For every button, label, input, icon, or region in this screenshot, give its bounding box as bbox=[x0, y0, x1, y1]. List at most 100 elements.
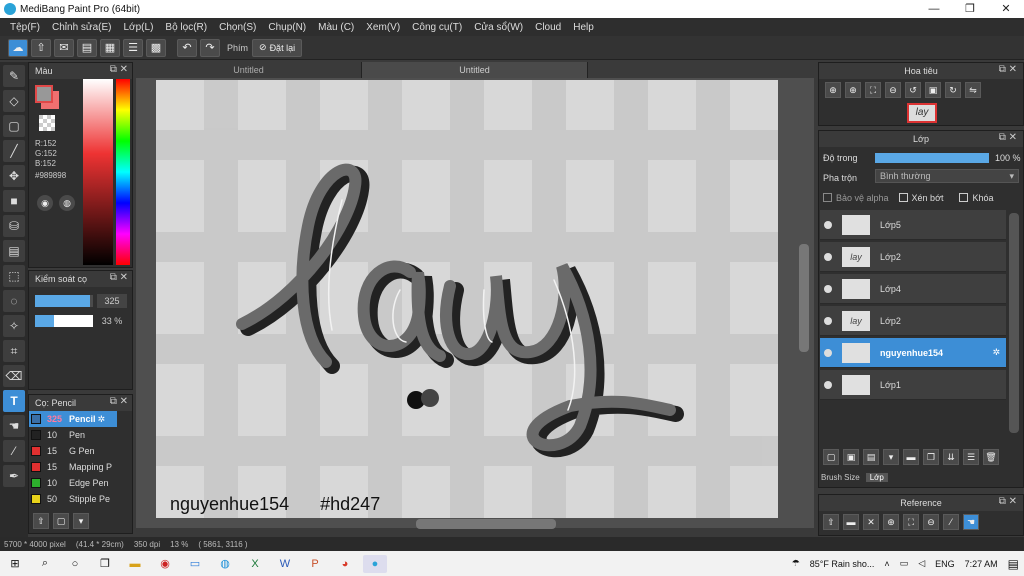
panel-close-icon[interactable]: ⧉ ✕ bbox=[110, 64, 128, 75]
magic-wand-icon[interactable]: ✧ bbox=[3, 315, 25, 337]
edge-browser-icon[interactable]: ◍ bbox=[213, 555, 237, 573]
volume-icon[interactable]: ◁ bbox=[918, 558, 925, 569]
menu-view[interactable]: Xem(V) bbox=[366, 22, 400, 33]
shape-tool-icon[interactable]: ▢ bbox=[3, 115, 25, 137]
brush-item[interactable]: 15 Mapping P bbox=[29, 459, 117, 475]
notification-icon[interactable]: ▤ bbox=[1008, 557, 1019, 571]
brush-opacity-slider[interactable] bbox=[35, 315, 93, 327]
new-brush-icon[interactable]: ▢ bbox=[53, 513, 69, 529]
windows-start-icon[interactable]: ⊞ bbox=[3, 555, 27, 573]
panel-close-icon[interactable]: ⧉ ✕ bbox=[999, 64, 1017, 75]
weather-text[interactable]: 85°F Rain sho... bbox=[810, 559, 875, 569]
menu-edit[interactable]: Chỉnh sửa(E) bbox=[52, 22, 112, 33]
menu-help[interactable]: Help bbox=[573, 22, 594, 33]
grid-icon[interactable]: ▩ bbox=[146, 38, 166, 57]
eraser-tool-icon[interactable]: ◇ bbox=[3, 90, 25, 112]
visibility-eye-icon[interactable] bbox=[824, 284, 832, 293]
cloud-icon[interactable]: ☁ bbox=[8, 38, 28, 57]
pen-tool-icon[interactable]: ✒ bbox=[3, 465, 25, 487]
monitor-icon[interactable]: ▭ bbox=[183, 555, 207, 573]
tab-untitled-1[interactable]: Untitled bbox=[136, 62, 362, 78]
visibility-eye-icon[interactable] bbox=[824, 316, 832, 325]
protect-alpha-checkbox[interactable] bbox=[823, 193, 832, 202]
layer-row[interactable]: nguyenhue154 ✲ bbox=[820, 338, 1006, 368]
drawing-canvas[interactable]: nguyenhue154 #hd247 bbox=[156, 80, 778, 518]
network-icon[interactable]: ▭ bbox=[900, 558, 909, 569]
upload-icon[interactable]: ⇧ bbox=[31, 38, 51, 57]
zoom-in-icon[interactable]: ⊕ bbox=[845, 82, 861, 98]
brush-item[interactable]: 325 Pencil ✲ bbox=[29, 411, 117, 427]
horizontal-scrollbar[interactable] bbox=[416, 519, 556, 529]
panel-close-icon[interactable]: ⧉ ✕ bbox=[999, 496, 1017, 507]
new-8bit-layer-icon[interactable]: ▤ bbox=[863, 449, 879, 465]
brush-item[interactable]: 10 Pen bbox=[29, 427, 117, 443]
minimize-button[interactable]: — bbox=[916, 0, 952, 18]
layer-row[interactable]: lay Lớp2 bbox=[820, 242, 1006, 272]
rotate-left-icon[interactable]: ↺ bbox=[905, 82, 921, 98]
menu-color[interactable]: Màu (C) bbox=[318, 22, 354, 33]
fill-rect-tool-icon[interactable]: ■ bbox=[3, 190, 25, 212]
actual-size-icon[interactable]: ▣ bbox=[925, 82, 941, 98]
vertical-scrollbar[interactable] bbox=[799, 244, 809, 352]
hue-slider[interactable] bbox=[116, 79, 130, 265]
rotate-right-icon[interactable]: ↻ bbox=[945, 82, 961, 98]
menu-file[interactable]: Tệp(F) bbox=[10, 22, 40, 33]
reference-zoom-out-icon[interactable]: ⊖ bbox=[923, 514, 939, 530]
weather-icon[interactable]: ☂ bbox=[792, 558, 800, 569]
visibility-eye-icon[interactable] bbox=[824, 380, 832, 389]
layer-row[interactable]: Lớp4 bbox=[820, 274, 1006, 304]
brush-size-slider[interactable] bbox=[35, 295, 93, 307]
merge-layer-icon[interactable]: ⇊ bbox=[943, 449, 959, 465]
file-explorer-icon[interactable]: ▬ bbox=[123, 555, 147, 573]
panel-close-icon[interactable]: ⧉ ✕ bbox=[110, 272, 128, 283]
folder-icon[interactable]: ▬ bbox=[903, 449, 919, 465]
redo-icon[interactable]: ↷ bbox=[200, 38, 220, 57]
reference-zoom-in-icon[interactable]: ⊕ bbox=[883, 514, 899, 530]
brush-size-value[interactable]: 325 bbox=[97, 294, 127, 308]
brush-menu-icon[interactable]: ▾ bbox=[73, 513, 89, 529]
palette-add-icon[interactable]: ◍ bbox=[59, 195, 75, 211]
layer-row[interactable]: lay Lớp2 bbox=[820, 306, 1006, 336]
panel-icon[interactable]: ▦ bbox=[100, 38, 120, 57]
delete-layer-icon[interactable]: 🗑 bbox=[983, 449, 999, 465]
panel-close-icon[interactable]: ⧉ ✕ bbox=[110, 396, 128, 407]
saturation-value-picker[interactable] bbox=[83, 79, 113, 265]
dropper-tool-icon[interactable]: ⁄ bbox=[3, 440, 25, 462]
close-button[interactable]: ✕ bbox=[988, 0, 1024, 18]
brush-item[interactable]: 50 Stipple Pe bbox=[29, 491, 117, 507]
flip-icon[interactable]: ⇋ bbox=[965, 82, 981, 98]
brush-opacity-value[interactable]: 33 % bbox=[97, 314, 127, 328]
layer-settings-icon[interactable]: ☰ bbox=[963, 449, 979, 465]
reference-hand-icon[interactable]: ☚ bbox=[963, 514, 979, 530]
clipping-checkbox[interactable] bbox=[898, 193, 908, 202]
panel-close-icon[interactable]: ⧉ ✕ bbox=[999, 132, 1017, 143]
new-halftone-layer-icon[interactable]: ▣ bbox=[843, 449, 859, 465]
tab-untitled-2[interactable]: Untitled bbox=[362, 62, 588, 78]
reset-button[interactable]: ⊘ Đặt lại bbox=[252, 38, 303, 57]
medibang-icon[interactable]: ● bbox=[363, 554, 387, 573]
powerpoint-icon[interactable]: P bbox=[303, 555, 327, 573]
menu-select[interactable]: Chọn(S) bbox=[219, 22, 256, 33]
menu-tools[interactable]: Công cụ(T) bbox=[412, 22, 462, 33]
gradient-tool-icon[interactable]: ▤ bbox=[3, 240, 25, 262]
move-tool-icon[interactable]: ✥ bbox=[3, 165, 25, 187]
chat-icon[interactable]: ▤ bbox=[77, 38, 97, 57]
app-red-icon[interactable]: ◉ bbox=[153, 555, 177, 573]
excel-icon[interactable]: X bbox=[243, 555, 267, 573]
gear-icon[interactable]: ✲ bbox=[98, 414, 106, 425]
foreground-color-swatch[interactable] bbox=[35, 85, 53, 103]
brush-item[interactable]: 10 Edge Pen bbox=[29, 475, 117, 491]
text-tool-icon[interactable]: T bbox=[3, 390, 25, 412]
new-layer-icon[interactable]: ▢ bbox=[823, 449, 839, 465]
tray-chevron-icon[interactable]: ˄ bbox=[884, 559, 889, 569]
menu-window[interactable]: Cửa sổ(W) bbox=[474, 22, 523, 33]
add-brush-icon[interactable]: ⇧ bbox=[33, 513, 49, 529]
comment-icon[interactable]: ✉ bbox=[54, 38, 74, 57]
list-icon[interactable]: ☰ bbox=[123, 38, 143, 57]
new-layer-menu-icon[interactable]: ▾ bbox=[883, 449, 899, 465]
menu-cloud[interactable]: Cloud bbox=[535, 22, 561, 33]
visibility-eye-icon[interactable] bbox=[824, 220, 832, 229]
reference-fit-icon[interactable]: ⛶ bbox=[903, 514, 919, 530]
blend-mode-select[interactable]: Bình thường ▾ bbox=[875, 169, 1019, 183]
word-icon[interactable]: W bbox=[273, 555, 297, 573]
